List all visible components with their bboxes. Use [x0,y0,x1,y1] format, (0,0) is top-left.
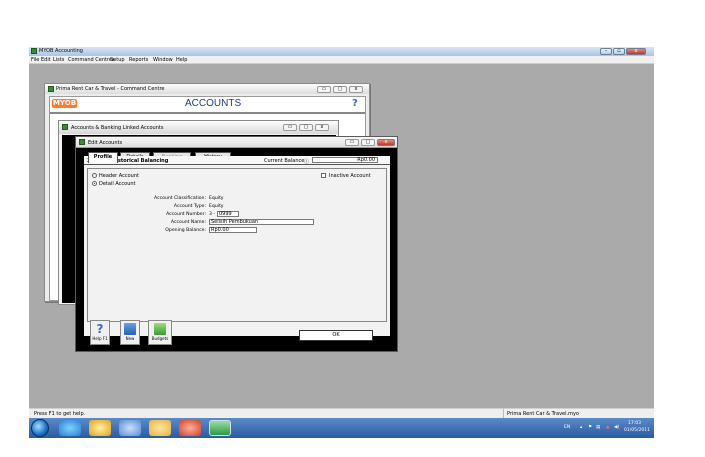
tab-profile[interactable]: Profile [88,152,118,163]
explorer-icon[interactable] [89,420,111,436]
header-account-label: Header Account [99,173,139,179]
budgets-button-label: Budgets [151,336,169,341]
flag-icon[interactable]: ⚑ [588,425,592,430]
folder-icon[interactable] [149,420,171,436]
app-title-bar: MYOB Accounting – ▫ x [29,47,654,56]
alert-icon[interactable]: ▲ [606,425,609,430]
window-icon [79,139,85,145]
minimize-icon[interactable]: ▭ [283,124,297,131]
edit-accounts-title-bar: Edit Accounts ▭ ▢ x [76,137,397,148]
help-button-label: Help F1 [92,336,108,341]
app-title: MYOB Accounting [39,48,83,54]
current-balance-field: Rp0.00 [312,157,378,163]
new-record-icon [124,323,136,335]
edit-accounts-panel: 3-0999 Historical Balancing Current Bala… [84,156,390,336]
network-icon[interactable]: ▤ [596,425,600,430]
window-icon [62,124,68,130]
new-button[interactable]: New [120,320,140,345]
restore-icon[interactable]: ▫ [613,48,625,55]
myob-logo: MYOB [52,99,77,108]
menu-lists[interactable]: Lists [53,57,64,63]
opening-balance-input[interactable]: Rp0.00 [209,227,257,233]
current-balance-label: Current Balance [264,158,305,164]
maximize-icon[interactable]: ▢ [361,139,375,146]
menu-reports[interactable]: Reports [129,57,148,63]
profile-content: Header Account Detail Account Inactive A… [87,168,387,322]
type-value: Equity [209,204,224,209]
opening-balance-label: Opening Balance: [165,228,206,233]
account-number-input[interactable]: 0999 [217,211,239,217]
menu-edit[interactable]: Edit [41,57,51,63]
menu-bar: File Edit Lists Command Centres Setup Re… [29,56,654,64]
menu-setup[interactable]: Setup [110,57,125,63]
menu-help[interactable]: Help [176,57,187,63]
help-icon: ? [96,322,104,336]
edit-accounts-title: Edit Accounts [88,140,123,146]
command-centre-title-bar: Prima Rent Car & Travel - Command Centre… [45,84,369,94]
name-label: Account Name: [170,220,206,225]
close-icon[interactable]: x [377,139,395,146]
new-button-label: New [125,336,135,341]
clock-time[interactable]: 17:03 [628,421,641,426]
menu-command-centres[interactable]: Command Centres [68,57,115,63]
help-question-icon[interactable]: ? [352,98,358,109]
myob-taskbar-icon[interactable] [209,420,231,436]
classification-value: Equity [209,196,224,201]
maximize-icon[interactable]: ▢ [299,124,313,131]
word-icon[interactable] [119,420,141,436]
clock-date[interactable]: 01/05/2011 [624,428,650,433]
linked-accounts-title: Accounts & Banking Linked Accounts [71,125,164,131]
number-prefix: 3 - [209,212,216,217]
accounts-heading: ACCOUNTS [185,98,242,109]
window-controls: – ▫ x [600,47,650,55]
taskbar: EN ▴ ⚑ ▤ ▲ ◀) 17:03 01/05/2011 [29,418,654,438]
linked-accounts-title-bar: Accounts & Banking Linked Accounts ▭ ▢ x [59,121,338,134]
minimize-icon[interactable]: – [600,48,612,55]
close-icon[interactable]: x [626,48,646,55]
maximize-icon[interactable]: ▢ [333,86,347,93]
command-centre-title: Prima Rent Car & Travel - Command Centre [56,86,165,92]
language-indicator[interactable]: EN [564,425,570,430]
account-name-input[interactable]: Selisih Pembukuan [209,219,314,225]
classification-label: Account Classification: [154,196,206,201]
header-account-radio[interactable] [92,173,97,178]
ie-icon[interactable] [59,420,81,436]
edit-accounts-controls: ▭ ▢ x [345,138,397,147]
ok-button[interactable]: OK [299,330,373,341]
status-help-text: Press F1 to get help. [34,411,86,417]
close-icon[interactable]: x [315,124,329,131]
detail-account-radio[interactable] [92,181,97,186]
detail-account-label: Detail Account [99,181,136,187]
tray-arrow-icon[interactable]: ▴ [580,425,582,430]
status-bar: Press F1 to get help. Prima Rent Car & T… [29,408,654,419]
budgets-button[interactable]: Budgets [148,320,172,345]
budgets-icon [154,323,166,335]
section-title: Historical Balancing [112,158,169,164]
number-label: Account Number: [166,212,206,217]
inactive-account-checkbox[interactable] [321,173,326,178]
start-button[interactable] [31,419,49,437]
edit-accounts-window: Edit Accounts ▭ ▢ x Profile Details Bank… [75,136,398,352]
system-tray: EN ▴ ⚑ ▤ ▲ ◀) 17:03 01/05/2011 [564,420,652,436]
minimize-icon[interactable]: ▭ [317,86,331,93]
type-label: Account Type: [173,204,206,209]
minimize-icon[interactable]: ▭ [345,139,359,146]
status-file-name: Prima Rent Car & Travel.myo [507,411,579,417]
inactive-account-label: Inactive Account [329,173,371,179]
command-centre-controls: ▭ ▢ x [317,85,367,93]
media-icon[interactable] [179,420,201,436]
app-icon [31,48,37,54]
command-centre-header: MYOB ACCOUNTS ? [50,97,365,114]
window-icon [48,86,54,92]
help-button[interactable]: ? Help F1 [90,320,110,345]
menu-file[interactable]: File [31,57,39,63]
volume-icon[interactable]: ◀) [614,425,619,430]
close-icon[interactable]: x [349,86,363,93]
menu-window[interactable]: Window [153,57,173,63]
linked-accounts-controls: ▭ ▢ x [283,123,333,132]
info-icon: ⓘ [304,159,310,165]
account-header-row: 3-0999 Historical Balancing Current Bala… [84,156,390,165]
